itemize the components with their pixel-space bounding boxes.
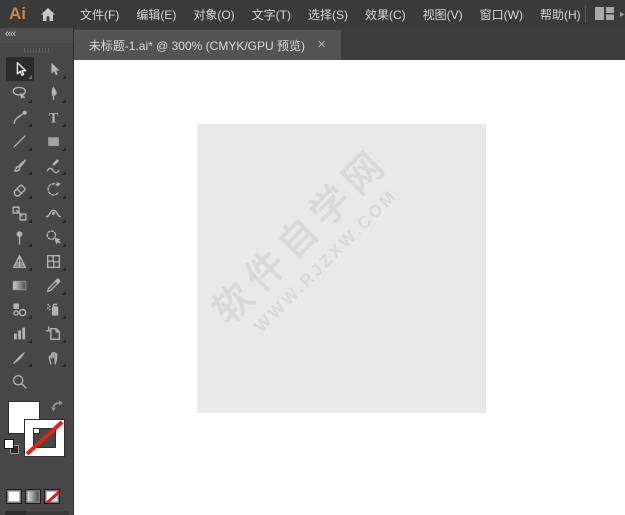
type-tool[interactable]: T <box>40 105 68 129</box>
color-swatch-icon[interactable] <box>6 489 22 504</box>
draw-behind-icon[interactable] <box>26 511 47 515</box>
swap-fill-stroke-icon[interactable] <box>50 399 66 419</box>
drag-dots <box>23 47 50 53</box>
toolbar-drag-handle[interactable] <box>0 43 73 57</box>
direct-selection-tool[interactable] <box>40 57 68 81</box>
none-swatch-icon[interactable] <box>44 489 60 504</box>
gradient-tool[interactable] <box>6 273 34 297</box>
symbol-sprayer-tool[interactable] <box>40 297 68 321</box>
width-tool[interactable] <box>40 201 68 225</box>
draw-normal-icon[interactable] <box>5 511 27 515</box>
zoom-tool[interactable] <box>6 369 34 393</box>
document-tab-bar: 未标题-1.ai* @ 300% (CMYK/GPU 预览) ✕ <box>74 28 625 60</box>
hand-tool[interactable] <box>40 345 68 369</box>
svg-text:T: T <box>49 110 59 126</box>
blend-tool[interactable] <box>6 297 34 321</box>
line-segment-tool[interactable] <box>6 129 34 153</box>
mesh-tool[interactable] <box>40 249 68 273</box>
toolbar-collapse-button[interactable]: «« <box>0 28 73 43</box>
menu-edit[interactable]: 编辑(E) <box>132 1 180 28</box>
lasso-tool[interactable] <box>6 81 34 105</box>
drawing-mode-buttons <box>5 511 69 515</box>
menu-object[interactable]: 对象(O) <box>189 1 238 28</box>
menu-help[interactable]: 帮助(H) <box>536 1 585 28</box>
stroke-color-swatch[interactable] <box>25 420 64 456</box>
menubar-divider <box>584 5 586 23</box>
scale-tool[interactable] <box>6 201 34 225</box>
paintbrush-tool[interactable] <box>6 153 34 177</box>
gradient-swatch-icon[interactable] <box>25 489 41 504</box>
menu-view[interactable]: 视图(V) <box>419 1 467 28</box>
document-tab[interactable]: 未标题-1.ai* @ 300% (CMYK/GPU 预览) ✕ <box>74 30 341 60</box>
illustrator-logo: Ai <box>9 4 26 23</box>
canvas-area[interactable]: 软件自学网 WWW.RJZXW.COM <box>74 60 625 515</box>
draw-inside-icon[interactable] <box>48 511 69 515</box>
menu-file[interactable]: 文件(F) <box>76 1 123 28</box>
eraser-tool[interactable] <box>6 177 34 201</box>
menu-window[interactable]: 窗口(W) <box>476 1 527 28</box>
paint-style-buttons <box>0 489 73 504</box>
slice-tool[interactable] <box>6 345 34 369</box>
shape-builder-tool[interactable] <box>40 225 68 249</box>
menubar-right-cluster: ▸ <box>584 5 625 23</box>
pen-tool[interactable] <box>40 81 68 105</box>
tools-panel: «« T <box>0 28 74 515</box>
menu-type[interactable]: 文字(T) <box>248 1 295 28</box>
perspective-grid-tool[interactable] <box>6 249 34 273</box>
stroke-none-slash <box>25 420 64 456</box>
selection-tool[interactable] <box>5 57 34 81</box>
menu-select[interactable]: 选择(S) <box>304 1 352 28</box>
column-graph-tool[interactable] <box>6 321 34 345</box>
chevron-icon[interactable]: ▸ <box>620 9 625 19</box>
curvature-tool[interactable] <box>6 105 34 129</box>
rectangle-tool[interactable] <box>40 129 68 153</box>
gray-square-object[interactable] <box>197 124 486 413</box>
workspace-switcher-icon[interactable] <box>594 6 616 22</box>
artboard-tool[interactable] <box>40 321 68 345</box>
document-tab-title: 未标题-1.ai* @ 300% (CMYK/GPU 预览) <box>88 38 305 53</box>
menu-items: 文件(F) 编辑(E) 对象(O) 文字(T) 选择(S) 效果(C) 视图(V… <box>76 1 585 28</box>
home-icon[interactable] <box>40 7 56 22</box>
eyedropper-tool[interactable] <box>40 273 68 297</box>
rotate-tool[interactable] <box>40 177 68 201</box>
default-fill-square <box>4 439 14 449</box>
menu-bar: Ai 文件(F) 编辑(E) 对象(O) 文字(T) 选择(S) 效果(C) 视… <box>0 0 625 28</box>
menu-effect[interactable]: 效果(C) <box>361 1 410 28</box>
tool-grid: T <box>0 57 73 393</box>
shaper-tool[interactable] <box>40 153 68 177</box>
tab-close-icon[interactable]: ✕ <box>317 39 326 51</box>
default-fill-stroke-icon[interactable] <box>4 439 19 454</box>
fill-stroke-controls <box>0 399 73 487</box>
puppet-warp-tool[interactable] <box>6 225 34 249</box>
